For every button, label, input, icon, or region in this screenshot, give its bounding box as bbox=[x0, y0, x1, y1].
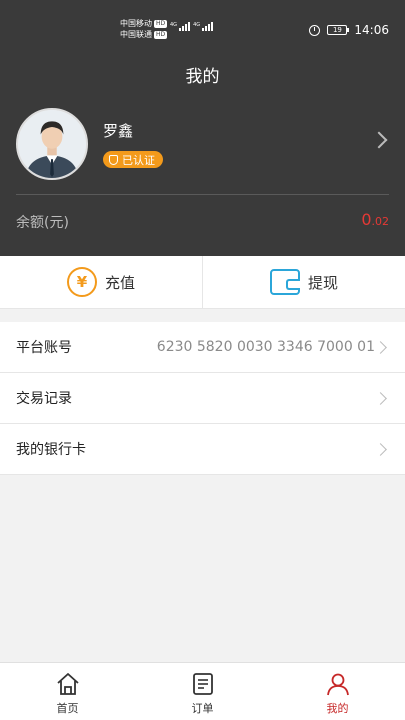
balance-label: 余额(元) bbox=[16, 215, 69, 231]
account-menu: 平台账号 6230 5820 0030 3346 7000 01 交易记录 我的… bbox=[0, 322, 405, 475]
signal-icon: 4G bbox=[170, 22, 191, 31]
tab-label: 订单 bbox=[191, 702, 214, 715]
menu-item-transactions[interactable]: 交易记录 bbox=[0, 373, 405, 424]
verified-badge: 已认证 bbox=[103, 151, 163, 168]
avatar-image bbox=[18, 110, 86, 178]
carrier-info: 中国移动 HD 中国联通 HD bbox=[120, 18, 168, 40]
tab-orders[interactable]: 订单 bbox=[135, 663, 270, 720]
hd-badge: HD bbox=[154, 30, 168, 39]
tab-home[interactable]: 首页 bbox=[0, 663, 135, 720]
yen-icon: ¥ bbox=[66, 267, 97, 297]
tab-label: 首页 bbox=[56, 702, 79, 715]
status-bar: 中国移动 HD 中国联通 HD 4G 4G 19 14:06 bbox=[0, 14, 405, 46]
menu-item-label: 交易记录 bbox=[16, 391, 72, 407]
home-icon bbox=[56, 673, 79, 695]
menu-item-label: 我的银行卡 bbox=[16, 442, 86, 458]
user-icon bbox=[326, 673, 349, 696]
account-number: 6230 5820 0030 3346 7000 01 bbox=[156, 339, 375, 355]
battery-icon: 19 bbox=[327, 25, 350, 35]
signal-icon: 4G bbox=[193, 22, 214, 31]
recharge-button[interactable]: ¥ 充值 bbox=[0, 256, 202, 308]
menu-item-bank-cards[interactable]: 我的银行卡 bbox=[0, 424, 405, 475]
shield-check-icon bbox=[109, 154, 118, 165]
clock: 14:06 bbox=[354, 23, 389, 37]
signal-icons: 4G 4G bbox=[170, 22, 214, 31]
page-title: 我的 bbox=[185, 67, 220, 87]
recharge-label: 充值 bbox=[104, 273, 135, 292]
chevron-right-icon bbox=[374, 341, 387, 354]
divider bbox=[16, 194, 389, 195]
carrier-2: 中国联通 bbox=[120, 30, 152, 39]
menu-item-platform-account[interactable]: 平台账号 6230 5820 0030 3346 7000 01 bbox=[0, 322, 405, 373]
withdraw-button[interactable]: 提现 bbox=[202, 256, 405, 308]
menu-item-label: 平台账号 bbox=[16, 340, 72, 356]
balance-value: 0 .02 bbox=[361, 210, 389, 229]
hd-badge: HD bbox=[154, 19, 168, 28]
carrier-1: 中国移动 bbox=[120, 19, 152, 28]
wallet-icon bbox=[269, 269, 300, 295]
bottom-tab-bar: 首页 订单 我的 bbox=[0, 662, 405, 720]
alarm-icon bbox=[309, 24, 321, 36]
withdraw-label: 提现 bbox=[307, 273, 338, 292]
tab-mine[interactable]: 我的 bbox=[270, 663, 405, 720]
username: 罗鑫 bbox=[103, 122, 134, 140]
profile-header: 中国移动 HD 中国联通 HD 4G 4G 19 14:06 我的 罗鑫 已认证… bbox=[0, 0, 405, 256]
chevron-right-icon[interactable] bbox=[370, 131, 388, 149]
avatar[interactable] bbox=[16, 108, 88, 180]
status-right: 19 14:06 bbox=[309, 23, 389, 37]
action-row: ¥ 充值 提现 bbox=[0, 256, 405, 309]
order-icon bbox=[192, 673, 213, 695]
tab-label: 我的 bbox=[326, 702, 349, 715]
balance-decimal: .02 bbox=[371, 215, 390, 228]
verified-label: 已认证 bbox=[122, 153, 155, 167]
balance-integer: 0 bbox=[361, 210, 372, 229]
